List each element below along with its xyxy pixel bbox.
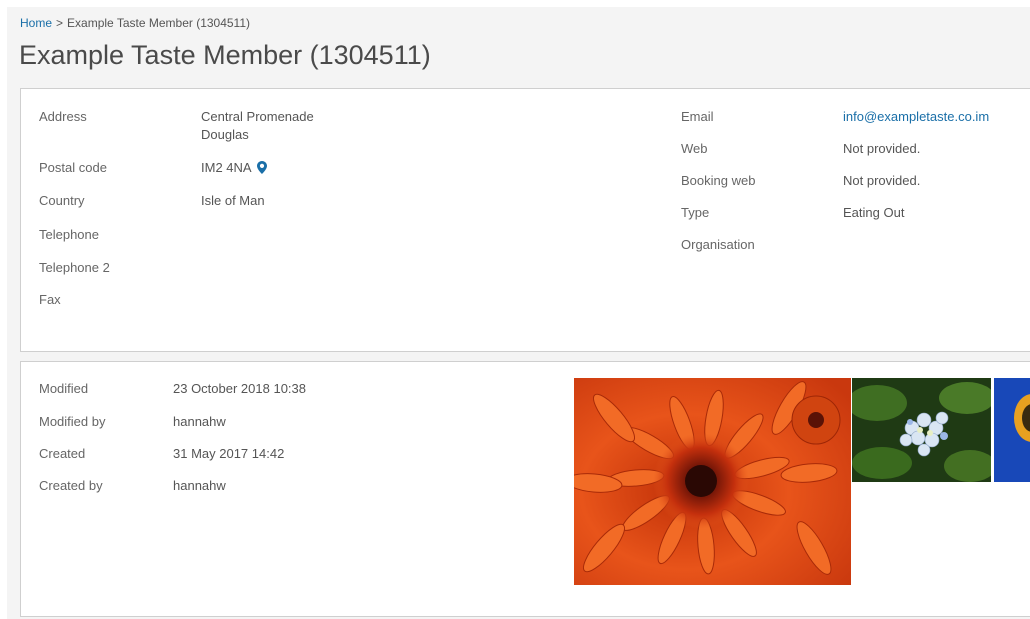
modified-by-value: hannahw [173, 414, 226, 429]
breadcrumb: Home > Example Taste Member (1304511) [20, 16, 250, 30]
gallery-image-chrysanthemum[interactable] [574, 378, 851, 585]
type-value: Eating Out [843, 205, 905, 220]
created-label: Created [39, 446, 86, 461]
postal-code-value: IM2 4NA [201, 160, 267, 177]
breadcrumb-current: Example Taste Member (1304511) [67, 16, 251, 30]
address-line2: Douglas [201, 127, 249, 142]
email-label: Email [681, 109, 714, 124]
breadcrumb-home-link[interactable]: Home [20, 16, 52, 30]
address-line1: Central Promenade [201, 109, 314, 124]
page-title: Example Taste Member (1304511) [19, 40, 431, 70]
contact-details-panel: Address Central Promenade Douglas Postal… [20, 88, 1030, 352]
created-by-value: hannahw [173, 478, 226, 493]
organisation-label: Organisation [681, 237, 755, 252]
fax-label: Fax [39, 292, 61, 307]
gallery-image-hydrangea[interactable] [852, 378, 991, 482]
page: Home > Example Taste Member (1304511) Exam… [7, 7, 1030, 619]
booking-web-label: Booking web [681, 173, 756, 188]
address-label: Address [39, 109, 87, 124]
created-by-label: Created by [39, 478, 103, 493]
modified-label: Modified [39, 381, 89, 396]
country-label: Country [39, 193, 85, 208]
email-link[interactable]: info@exampletaste.co.im [843, 109, 989, 124]
type-label: Type [681, 205, 710, 220]
telephone2-label: Telephone 2 [39, 260, 110, 275]
audit-panel: Modified 23 October 2018 10:38 Modified … [20, 361, 1030, 617]
web-value: Not provided. [843, 141, 921, 156]
breadcrumb-separator: > [56, 16, 64, 30]
booking-web-value: Not provided. [843, 173, 921, 188]
created-value: 31 May 2017 14:42 [173, 446, 285, 461]
web-label: Web [681, 141, 708, 156]
modified-by-label: Modified by [39, 414, 106, 429]
gallery-image-third[interactable] [994, 378, 1030, 482]
telephone-label: Telephone [39, 227, 99, 242]
postal-code-text: IM2 4NA [201, 160, 252, 175]
modified-value: 23 October 2018 10:38 [173, 381, 306, 396]
postal-code-label: Postal code [39, 160, 107, 175]
map-pin-icon[interactable] [256, 161, 267, 177]
country-value: Isle of Man [201, 193, 265, 208]
